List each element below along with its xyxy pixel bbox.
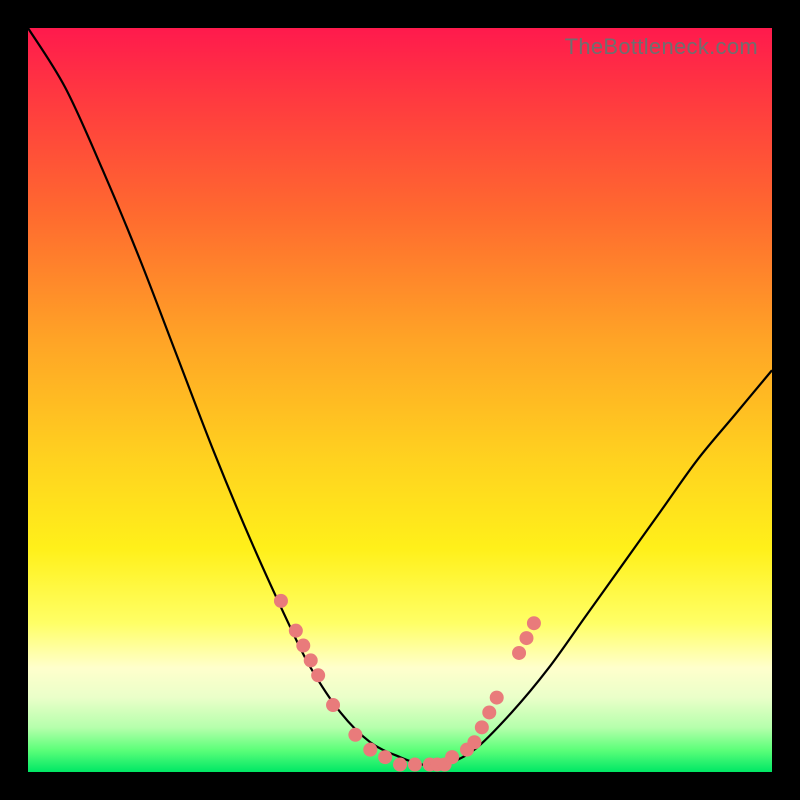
plot-area: TheBottleneck.com [28,28,772,772]
scatter-dot [467,735,481,749]
scatter-dot [296,639,310,653]
bottleneck-curve [28,28,772,766]
scatter-dot [311,668,325,682]
chart-frame: TheBottleneck.com [0,0,800,800]
scatter-dot [527,616,541,630]
scatter-dot [274,594,288,608]
scatter-dot [348,728,362,742]
scatter-dot [475,720,489,734]
scatter-dot [363,743,377,757]
scatter-dot [326,698,340,712]
scatter-dot [408,758,422,772]
scatter-dot [490,691,504,705]
scatter-dot [519,631,533,645]
scatter-dot [445,750,459,764]
curve-layer [28,28,772,772]
scatter-dot [512,646,526,660]
scatter-dot [289,624,303,638]
scatter-dot [304,653,318,667]
scatter-dot [378,750,392,764]
scatter-dot [482,705,496,719]
scatter-dots [274,594,541,772]
scatter-dot [393,758,407,772]
